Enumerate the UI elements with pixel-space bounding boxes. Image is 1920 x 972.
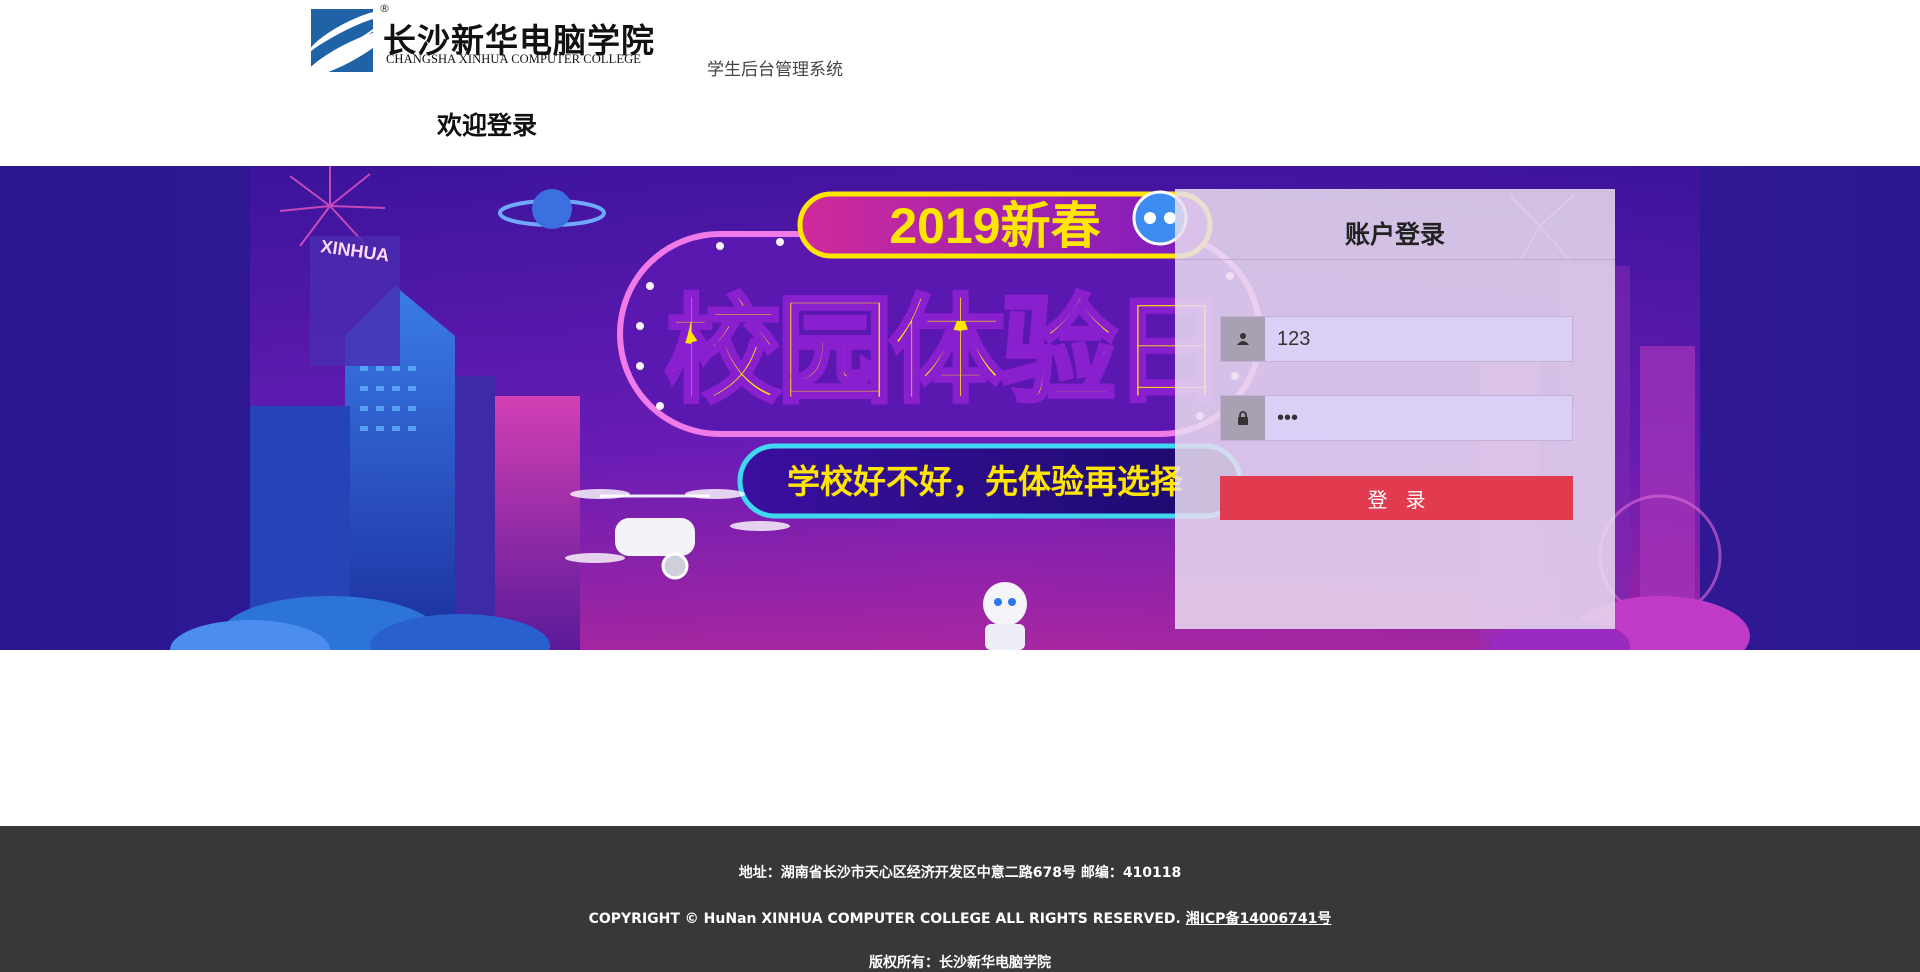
banner-headline-year: 2019新春: [889, 198, 1100, 254]
banner-headline-main: 校园体验日: [665, 284, 1225, 419]
login-divider: [1175, 259, 1615, 260]
site-footer: 地址：湖南省长沙市天心区经济开发区中意二路678号 邮编：410118 COPY…: [0, 826, 1920, 972]
logo-mark-icon: [311, 9, 373, 72]
banner-slogan: 学校好不好，先体验再选择: [787, 462, 1184, 501]
logo-name-en: CHANGSHA XINHUA COMPUTER COLLEGE: [386, 52, 641, 66]
login-title: 账户登录: [1344, 220, 1445, 249]
site-header: ® 长沙新华电脑学院 CHANGSHA XINHUA COMPUTER COLL…: [0, 0, 1920, 166]
page-title: 欢迎登录: [437, 111, 538, 140]
username-input[interactable]: [1265, 317, 1572, 361]
system-name: 学生后台管理系统: [707, 60, 843, 80]
user-icon: [1221, 317, 1265, 361]
robot-icon: [983, 582, 1027, 650]
password-field: [1220, 395, 1573, 441]
lock-icon: [1221, 396, 1265, 440]
icp-link[interactable]: 湘ICP备14006741号: [1186, 911, 1332, 927]
promo-banner: 2019新春 校园体验日 学校好不好，先体验再选择 XINHUA: [0, 166, 1920, 650]
footer-rights: 版权所有：长沙新华电脑学院: [869, 955, 1051, 971]
footer-copyright-line: COPYRIGHT © HuNan XINHUA COMPUTER COLLEG…: [0, 908, 1920, 928]
password-input[interactable]: [1265, 396, 1572, 440]
login-button[interactable]: 登录: [1220, 476, 1573, 520]
banner-illustration: 2019新春 校园体验日 学校好不好，先体验再选择 XINHUA: [0, 166, 1920, 650]
footer-address: 地址：湖南省长沙市天心区经济开发区中意二路678号 邮编：410118: [738, 865, 1182, 881]
college-logo[interactable]: ® 长沙新华电脑学院 CHANGSHA XINHUA COMPUTER COLL…: [311, 2, 671, 72]
footer-copyright: COPYRIGHT © HuNan XINHUA COMPUTER COLLEG…: [588, 911, 1181, 927]
username-field: [1220, 316, 1573, 362]
login-panel: 账户登录 登录: [1175, 189, 1615, 629]
